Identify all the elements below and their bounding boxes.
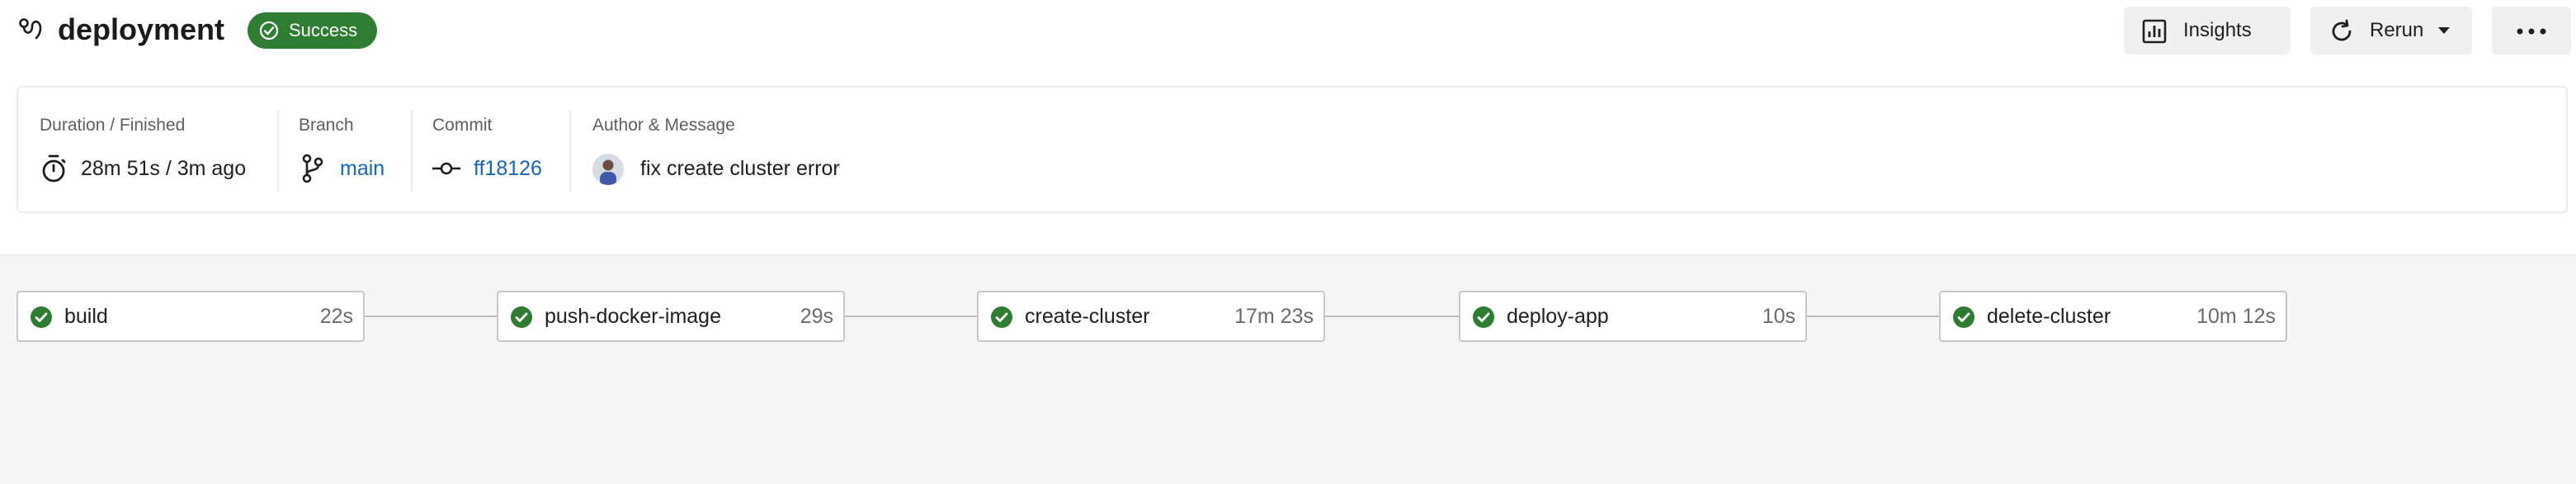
pipeline-graph: build 22s push-docker-image 29s create-c… (0, 254, 2576, 484)
job-name: deploy-app (1507, 305, 1609, 328)
rerun-button-label: Rerun (2370, 19, 2424, 41)
status-badge: Success (248, 12, 377, 49)
bar-chart-icon (2142, 19, 2167, 44)
git-branch-icon (302, 154, 323, 183)
rerun-button[interactable]: Rerun (2310, 7, 2472, 55)
page-title: deployment (58, 12, 225, 46)
divider (277, 111, 279, 192)
check-circle-icon (511, 306, 532, 328)
check-circle-icon (31, 306, 52, 328)
job-connector (1807, 316, 1941, 317)
author-label: Author & Message (592, 116, 735, 135)
duration-section: Duration / Finished 28m 51s / 3m ago (40, 88, 271, 211)
stopwatch-icon (42, 154, 66, 183)
ellipsis-icon (2517, 28, 2546, 35)
commit-link[interactable]: ff18126 (474, 154, 542, 183)
job-node-create-cluster[interactable]: create-cluster 17m 23s (977, 291, 1325, 342)
author-section: Author & Message fix create cluster erro… (592, 88, 922, 211)
caret-down-icon[interactable] (2437, 26, 2451, 35)
divider (411, 111, 413, 192)
divider (569, 111, 571, 192)
job-duration: 17m 23s (1234, 305, 1314, 328)
job-duration: 22s (319, 305, 353, 328)
job-name: build (64, 305, 108, 328)
avatar[interactable] (592, 154, 624, 185)
job-connector (365, 316, 498, 317)
job-name: create-cluster (1025, 305, 1150, 328)
job-connector (845, 316, 979, 317)
commit-section: Commit ff18126 (432, 88, 564, 211)
workflow-header: deployment Success Insights Rerun (0, 0, 2576, 63)
commit-label: Commit (432, 116, 493, 135)
job-node-delete-cluster[interactable]: delete-cluster 10m 12s (1939, 291, 2287, 342)
job-name: delete-cluster (1987, 305, 2111, 328)
duration-label: Duration / Finished (40, 116, 186, 135)
commit-message: fix create cluster error (640, 157, 840, 180)
job-node-deploy-app[interactable]: deploy-app 10s (1459, 291, 1807, 342)
refresh-icon (2332, 19, 2352, 41)
job-duration: 29s (800, 305, 833, 328)
more-options-button[interactable] (2492, 7, 2571, 55)
insights-button-label: Insights (2183, 19, 2252, 41)
insights-button[interactable]: Insights (2124, 7, 2291, 55)
job-duration: 10m 12s (2196, 305, 2276, 328)
check-circle-icon (991, 306, 1012, 328)
check-circle-icon (259, 21, 279, 40)
check-circle-icon (1473, 306, 1494, 328)
job-node-push-docker-image[interactable]: push-docker-image 29s (497, 291, 845, 342)
run-summary-panel: Duration / Finished 28m 51s / 3m ago Bra… (17, 86, 2568, 213)
branch-link[interactable]: main (340, 154, 385, 183)
branch-section: Branch main (299, 88, 398, 211)
workflow-icon (19, 18, 42, 40)
status-badge-label: Success (289, 20, 358, 40)
job-name: push-docker-image (545, 305, 721, 328)
job-duration: 10s (1762, 305, 1795, 328)
branch-label: Branch (299, 116, 354, 135)
job-node-build[interactable]: build 22s (17, 291, 365, 342)
check-circle-icon (1953, 306, 1974, 328)
git-commit-icon (432, 162, 460, 175)
duration-value: 28m 51s / 3m ago (81, 157, 247, 180)
job-connector (1325, 316, 1460, 317)
